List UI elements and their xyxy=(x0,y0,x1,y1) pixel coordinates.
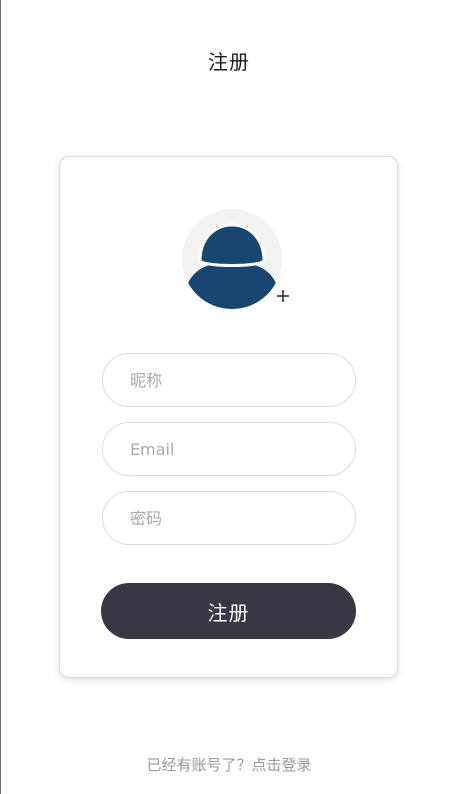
page-title: 注册 xyxy=(208,50,250,74)
register-button[interactable]: 注册 xyxy=(101,583,356,639)
password-input[interactable] xyxy=(102,491,356,545)
email-input[interactable] xyxy=(102,422,356,476)
nickname-input[interactable] xyxy=(102,353,356,407)
register-card: 注册 xyxy=(59,156,398,678)
window-left-border xyxy=(0,0,1,794)
user-avatar-icon xyxy=(182,209,282,309)
login-link[interactable]: 已经有账号了？点击登录 xyxy=(0,754,458,775)
avatar-upload[interactable] xyxy=(182,209,289,309)
plus-icon[interactable] xyxy=(276,289,290,303)
